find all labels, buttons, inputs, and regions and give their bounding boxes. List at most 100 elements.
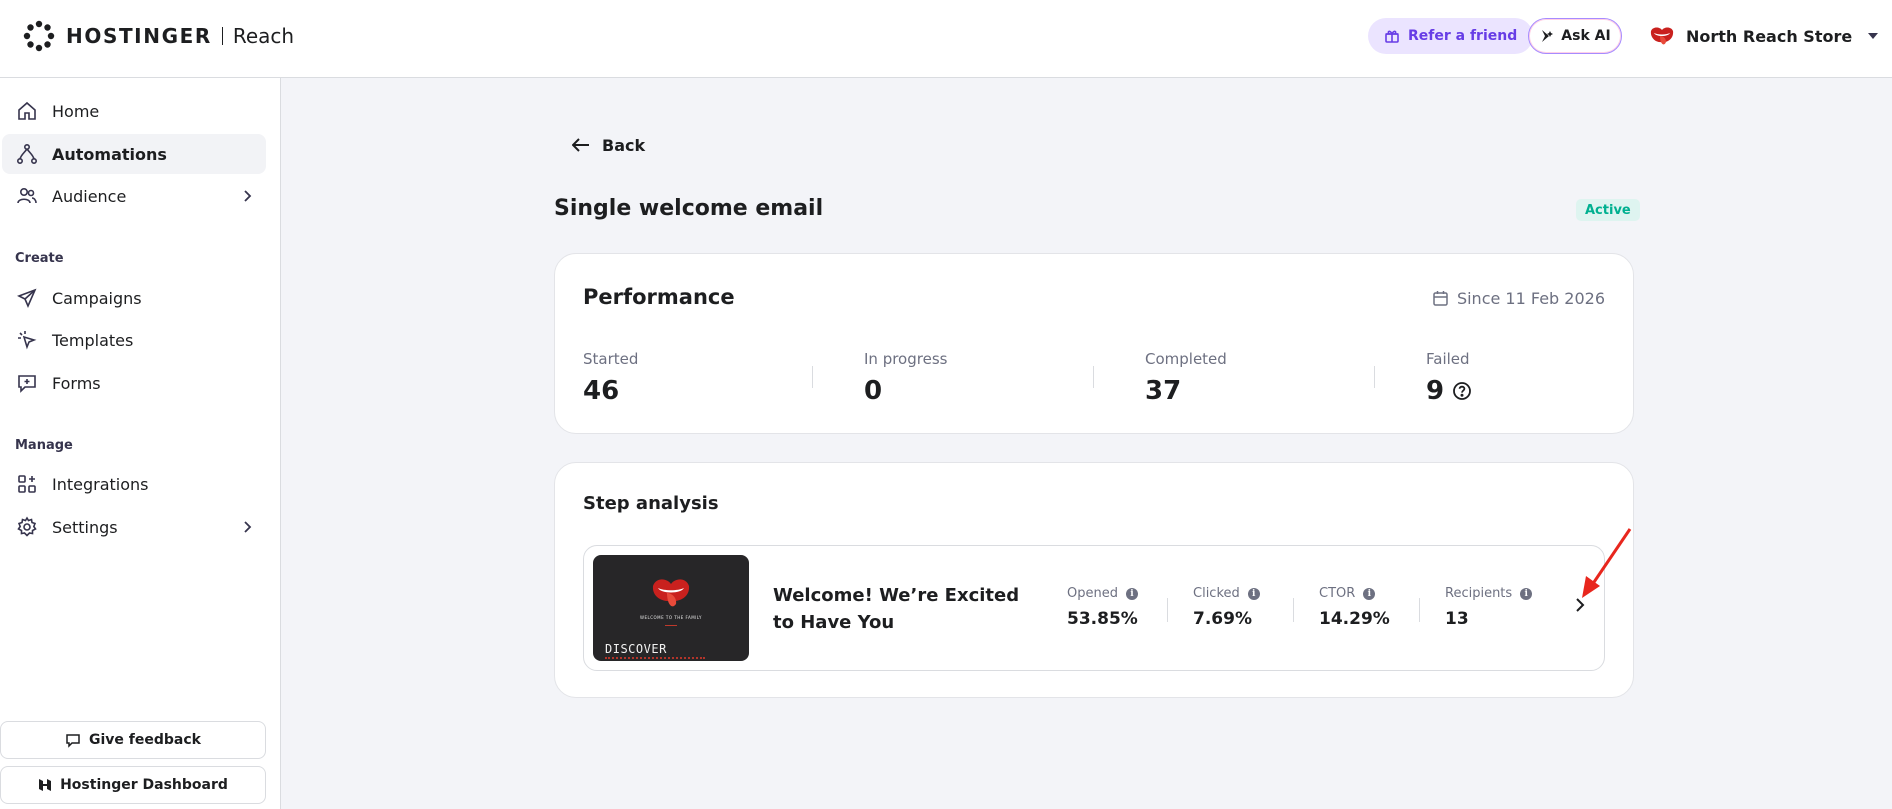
hostinger-dashboard-label: Hostinger Dashboard [60,777,228,793]
metric-label: Clicked [1193,586,1240,601]
audience-icon [14,183,40,209]
calendar-icon [1433,291,1448,306]
sidebar-item-forms[interactable]: Forms [2,363,266,403]
step-analysis-title: Step analysis [583,493,719,514]
email-step-row[interactable]: WELCOME TO THE FAMILY DISCOVER Welcome! … [583,545,1605,671]
metric-value: 53.85% [1067,609,1138,629]
gear-icon [14,514,40,540]
since-label: Since 11 Feb 2026 [1456,289,1605,308]
home-icon [14,98,40,124]
thumbnail-cta: DISCOVER [605,642,667,656]
chevron-right-icon [244,190,252,202]
brand-name: HOSTINGER [66,24,212,48]
store-name: North Reach Store [1686,26,1853,46]
metric-recipients: Recipients i 13 [1445,586,1533,629]
stat-value: 0 [864,376,883,406]
stat-label: Failed [1426,350,1470,368]
metric-label: Recipients [1445,586,1513,601]
chevron-right-icon [244,521,252,533]
date-range[interactable]: Since 11 Feb 2026 [1432,289,1605,308]
stat-value: 46 [583,376,620,406]
sidebar-item-label: Forms [52,373,101,393]
stat-failed: Failed 9 [1426,350,1666,406]
info-icon[interactable]: i [1520,587,1533,600]
stat-label: Completed [1145,350,1227,368]
metric-ctor: CTOR i 14.29% [1319,586,1390,629]
sidebar-item-templates[interactable]: Templates [2,320,266,360]
metric-label: Opened [1067,586,1118,601]
metric-value: 14.29% [1319,609,1390,629]
stat-completed: Completed 37 [1145,350,1385,406]
info-icon[interactable]: i [1363,587,1376,600]
store-avatar [1650,27,1674,45]
stat-value: 37 [1145,376,1182,406]
ask-ai-label: Ask AI [1561,28,1611,44]
top-bar: HOSTINGER Reach Refer a friend Ask AI No… [0,0,1892,78]
email-title: Welcome! We’re Excited to Have You [773,585,1020,633]
feedback-icon [66,734,80,748]
stat-divider [1093,366,1094,388]
metric-opened: Opened i 53.85% [1067,586,1138,629]
stat-label: In progress [864,350,948,368]
back-label: Back [602,135,646,155]
sidebar-item-label: Campaigns [52,288,142,308]
help-circle-icon[interactable] [1452,381,1472,401]
sidebar-item-label: Audience [52,186,127,206]
hostinger-logo[interactable]: HOSTINGER Reach [22,18,294,54]
thumbnail-caption: WELCOME TO THE FAMILY [640,615,702,620]
hostinger-small-icon [39,779,52,791]
give-feedback-button[interactable]: Give feedback [0,721,266,759]
brand-divider [221,27,223,45]
gift-icon [1385,30,1399,43]
metric-value: 7.69% [1193,609,1252,629]
store-selector[interactable]: North Reach Store [1648,18,1879,54]
section-label-create: Create [15,251,64,266]
sidebar-item-home[interactable]: Home [2,91,266,131]
performance-card: Performance Since 11 Feb 2026 Started 46… [554,253,1634,434]
thumbnail-red-text [605,657,705,660]
performance-title: Performance [583,285,735,309]
sidebar-item-settings[interactable]: Settings [2,507,266,547]
sidebar-item-automations[interactable]: Automations [2,134,266,174]
thumbnail-divider [665,625,677,626]
refer-a-friend-button[interactable]: Refer a friend [1368,18,1534,54]
forms-icon [14,370,40,396]
stat-in-progress: In progress 0 [864,350,1104,406]
sparkle-icon [1542,30,1554,42]
sidebar-item-label: Settings [52,517,118,537]
sidebar-item-integrations[interactable]: Integrations [2,464,266,504]
caret-down-icon [1868,33,1879,39]
stat-value: 9 [1426,376,1445,406]
refer-label: Refer a friend [1408,28,1518,44]
sidebar-item-audience[interactable]: Audience [2,176,266,216]
page-title: Single welcome email [554,196,824,221]
give-feedback-label: Give feedback [89,732,201,748]
automations-icon [14,141,40,167]
metric-label: CTOR [1319,586,1356,601]
metric-clicked: Clicked i 7.69% [1193,586,1260,629]
sidebar-item-label: Integrations [52,474,149,494]
sidebar: Home Automations Audience Create Campaig… [0,78,281,809]
integrations-icon [14,471,40,497]
hostinger-dashboard-button[interactable]: Hostinger Dashboard [0,766,266,804]
status-badge: Active [1576,199,1640,221]
back-button[interactable]: Back [572,132,645,158]
templates-icon [14,327,40,353]
stat-started: Started 46 [583,350,823,406]
sidebar-item-campaigns[interactable]: Campaigns [2,278,266,318]
hostinger-logo-icon [23,20,55,52]
tongue-logo-icon [652,579,690,607]
metric-divider [1419,598,1420,622]
info-icon[interactable]: i [1247,587,1260,600]
arrow-left-icon [572,138,589,152]
section-label-manage: Manage [15,438,73,453]
ask-ai-button[interactable]: Ask AI [1528,18,1622,54]
step-analysis-card: Step analysis WELCOME TO THE FAMILY DISC… [554,462,1634,698]
stat-divider [812,366,813,388]
stat-divider [1374,366,1375,388]
annotation-arrow [1582,528,1632,598]
info-icon[interactable]: i [1125,587,1138,600]
send-icon [14,285,40,311]
sidebar-item-label: Templates [52,330,134,350]
product-name: Reach [232,24,295,48]
